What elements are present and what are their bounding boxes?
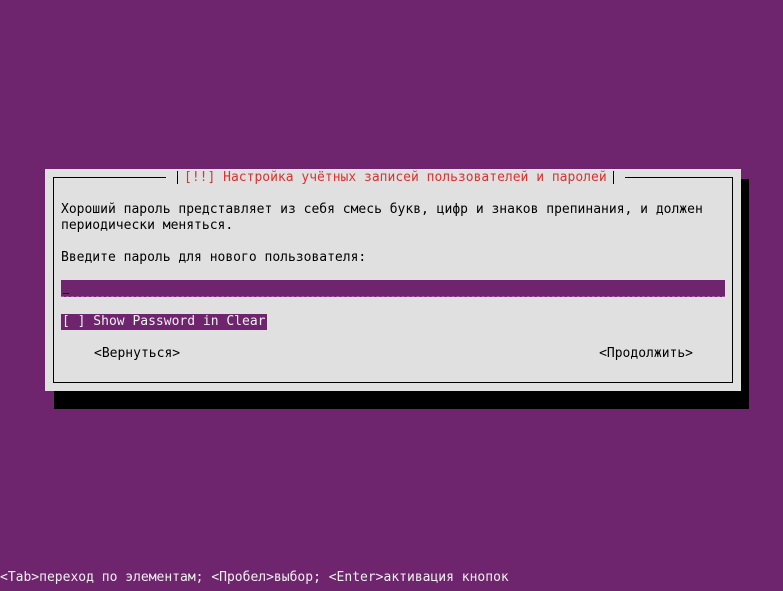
keyboard-help-bar: <Tab>переход по элементам; <Пробел>выбор… [0,570,509,585]
show-password-checkbox[interactable]: [ ] Show Password in Clear [61,314,267,330]
password-prompt: Введите пароль для нового пользователя: [61,250,367,265]
dialog-title-wrap: [!!] Настройка учётных записей пользоват… [166,169,625,186]
continue-button[interactable]: <Продолжить> [599,346,693,362]
title-bar-left [177,171,178,184]
dialog-title: [!!] Настройка учётных записей пользоват… [184,170,607,185]
installer-dialog: [!!] Настройка учётных записей пользоват… [45,169,741,391]
dialog-message: Хороший пароль представляет из себя смес… [61,202,711,233]
title-bar-right [612,171,614,184]
back-button[interactable]: <Вернуться> [94,346,180,362]
text-cursor [63,293,69,294]
password-input[interactable] [61,280,725,297]
